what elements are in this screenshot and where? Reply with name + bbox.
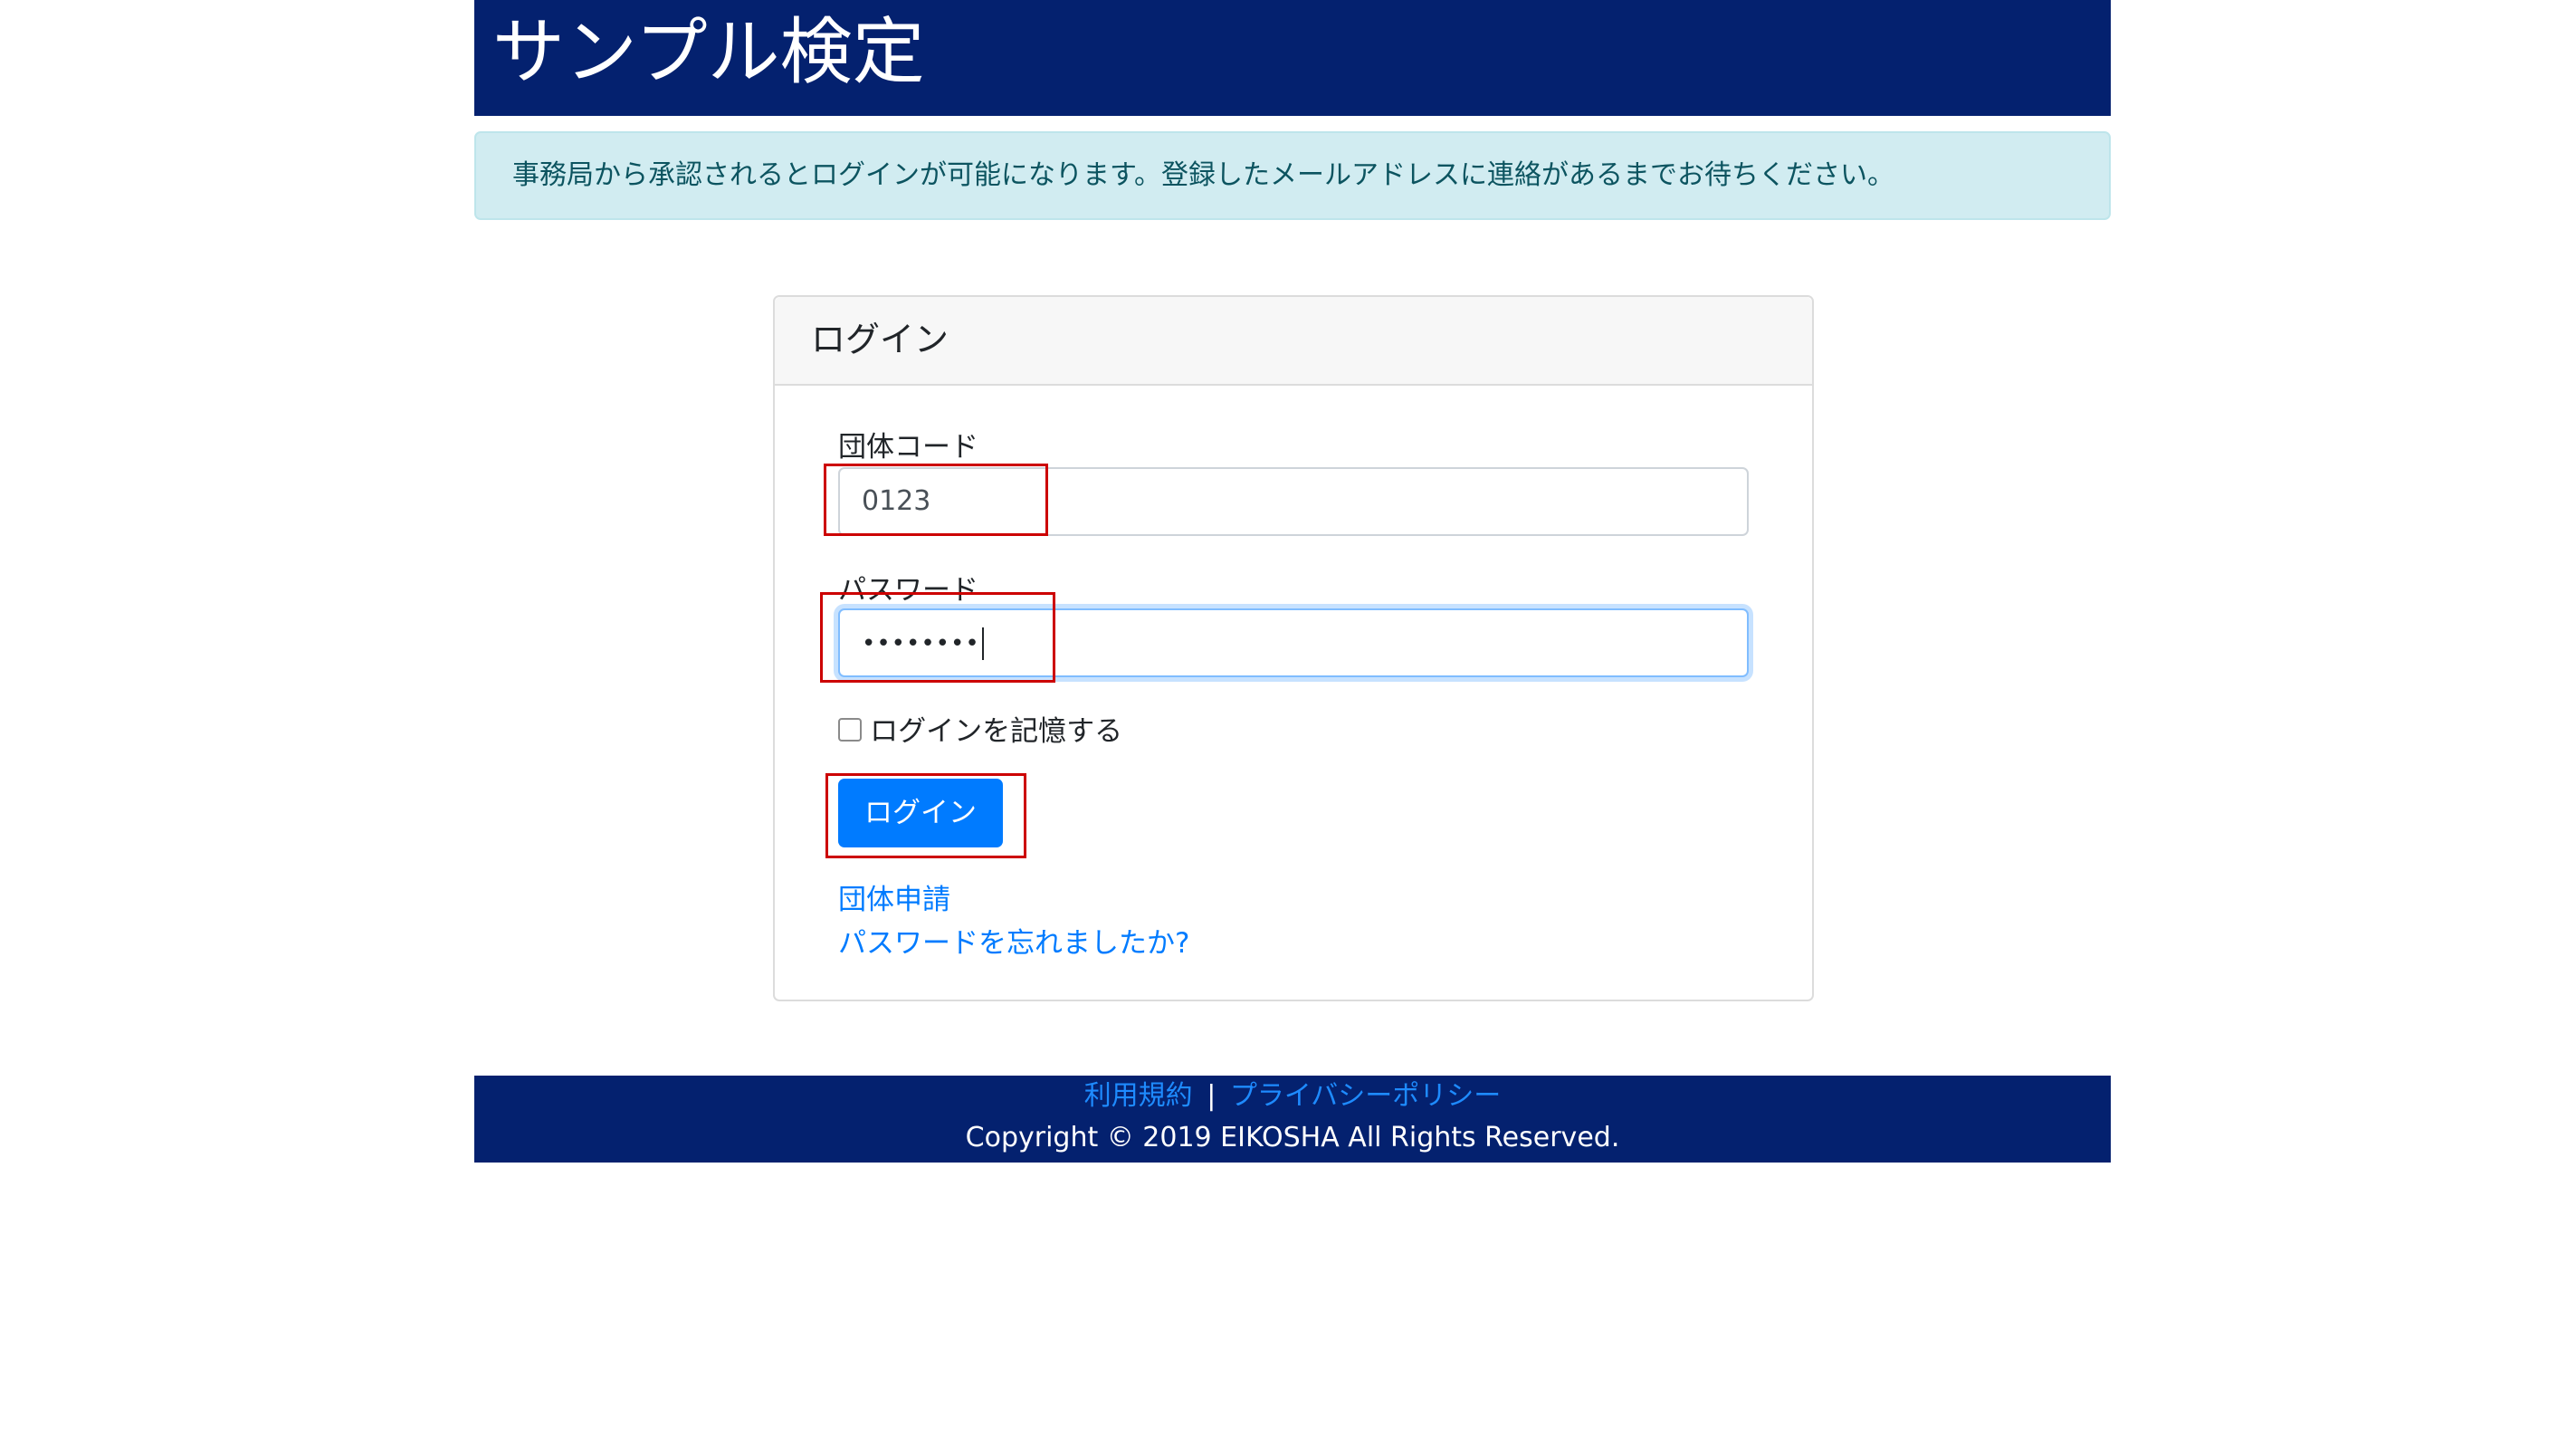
register-group-link[interactable]: 団体申請 — [838, 882, 950, 918]
password-label: パスワード — [838, 574, 978, 607]
footer-links: 利用規約 | プライバシーポリシー — [474, 1076, 2111, 1117]
login-card: ログイン 団体コード 0123 パスワード •••••••• ログインを記憶する… — [773, 295, 1814, 1001]
text-caret — [981, 627, 984, 660]
password-value: •••••••• — [862, 630, 980, 657]
group-code-value: 0123 — [862, 485, 931, 517]
privacy-policy-link[interactable]: プライバシーポリシー — [1230, 1080, 1501, 1112]
group-code-input[interactable]: 0123 — [838, 467, 1749, 536]
remember-me[interactable]: ログインを記憶する — [838, 713, 1122, 750]
forgot-password-link[interactable]: パスワードを忘れましたか? — [838, 925, 1189, 962]
remember-checkbox[interactable] — [838, 718, 862, 742]
login-card-header: ログイン — [775, 297, 1812, 386]
password-input[interactable]: •••••••• — [838, 608, 1749, 677]
login-button[interactable]: ログイン — [838, 779, 1003, 847]
remember-label[interactable]: ログインを記憶する — [870, 713, 1122, 750]
login-card-title: ログイン — [811, 320, 949, 359]
site-footer: 利用規約 | プライバシーポリシー Copyright © 2019 EIKOS… — [474, 1076, 2111, 1163]
footer-separator: | — [1207, 1080, 1216, 1112]
copyright-text: Copyright © 2019 EIKOSHA All Rights Rese… — [965, 1122, 1620, 1153]
site-header: サンプル検定 — [474, 0, 2111, 116]
info-alert: 事務局から承認されるとログインが可能になります。登録したメールアドレスに連絡があ… — [474, 131, 2111, 220]
site-title: サンプル検定 — [492, 10, 925, 94]
group-code-label: 団体コード — [838, 431, 978, 464]
terms-link[interactable]: 利用規約 — [1084, 1080, 1193, 1112]
